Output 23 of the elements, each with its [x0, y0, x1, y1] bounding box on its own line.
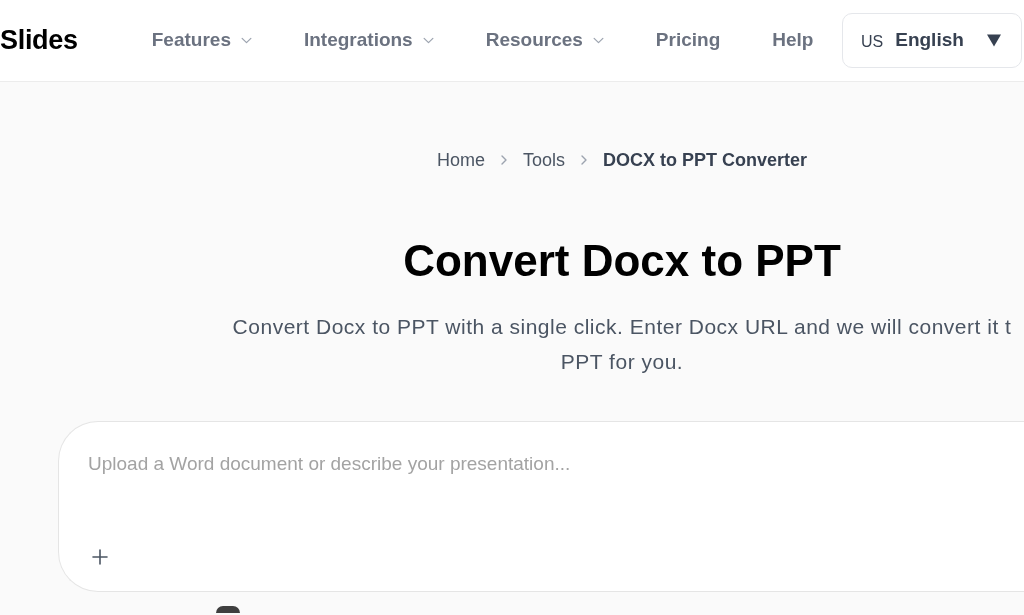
language-label: English: [895, 28, 964, 53]
chevron-down-icon: [240, 37, 252, 44]
nav-menu-button[interactable]: Resources: [485, 26, 604, 55]
description-text: Convert Docx to PPT with a single click. Enter Docx URL and we will convert it t: [232, 314, 1012, 340]
language-selector[interactable]: US English: [842, 13, 1022, 68]
nav-menu-button[interactable]: Integrations: [303, 26, 434, 55]
nav-menu-button[interactable]: Features: [151, 26, 252, 55]
logo-text[interactable]: Slides: [0, 20, 78, 61]
prompt-input[interactable]: Upload a Word document or describe your presentation...: [88, 450, 708, 484]
breadcrumb-link[interactable]: Tools: [522, 146, 565, 174]
plus-icon: [92, 549, 108, 565]
chevron-down-icon: [592, 37, 604, 44]
description-text: PPT for you.: [560, 349, 684, 375]
nav-link[interactable]: Help: [772, 26, 814, 55]
chevron-right-icon: [500, 155, 507, 165]
breadcrumb-link[interactable]: Home: [436, 146, 485, 174]
dropdown-triangle-icon: [987, 34, 1001, 47]
breadcrumb-current[interactable]: DOCX to PPT Converter: [603, 146, 808, 174]
page-heading: Convert Docx to PPT: [403, 235, 841, 287]
region-code: US: [861, 32, 884, 52]
nav-link[interactable]: Pricing: [655, 26, 721, 55]
chevron-right-icon: [581, 155, 587, 165]
chevron-down-icon: [422, 37, 434, 44]
